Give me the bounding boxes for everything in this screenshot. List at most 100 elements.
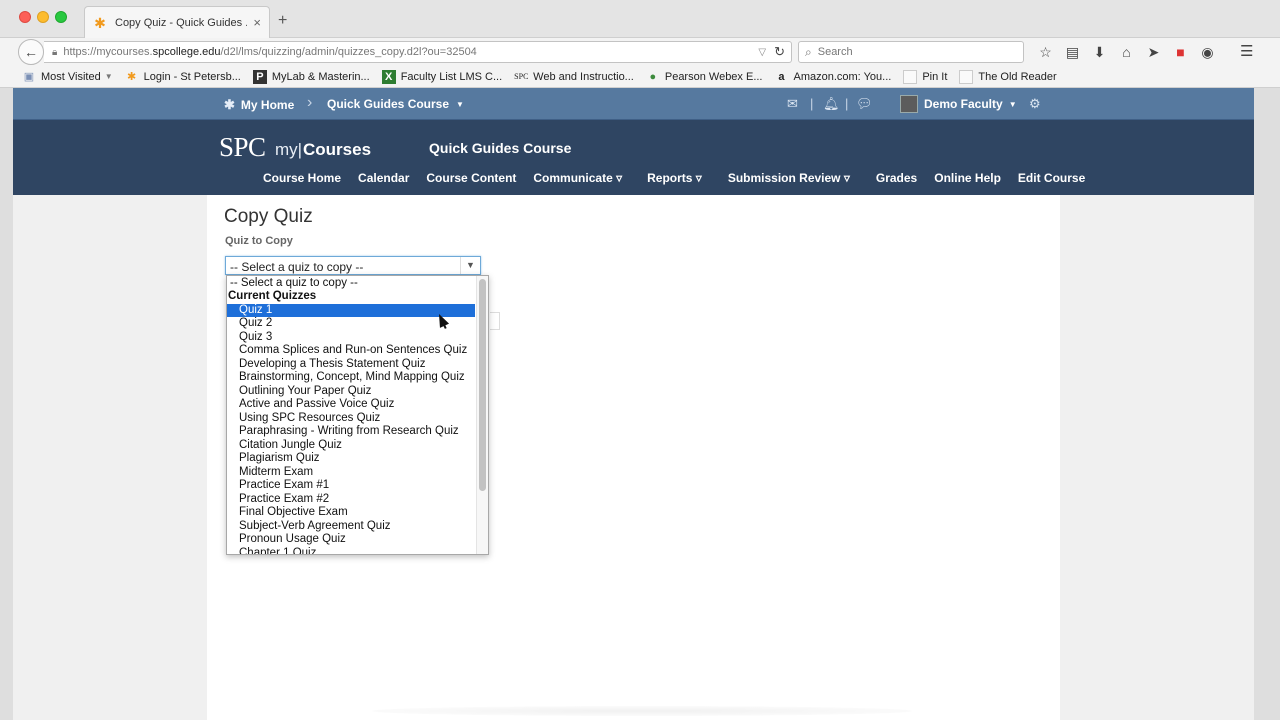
spc-text-icon: SPC xyxy=(514,71,529,81)
logo-my: my| xyxy=(275,140,303,159)
lock-icon: 🔒︎ xyxy=(52,46,58,58)
folder-icon: ▣ xyxy=(23,70,35,83)
amazon-icon: a xyxy=(778,70,785,83)
bookmark-star-icon[interactable]: ☆ xyxy=(1032,42,1059,62)
reload-icon[interactable]: ↻ xyxy=(774,44,785,60)
quiz-select-value: -- Select a quiz to copy -- xyxy=(230,260,364,274)
send-icon[interactable]: ➤ xyxy=(1140,42,1167,62)
nav-online-help[interactable]: Online Help xyxy=(934,171,1001,185)
nav-calendar[interactable]: Calendar xyxy=(358,171,409,185)
sync-icon[interactable]: ◉ xyxy=(1194,42,1221,62)
dropdown-option[interactable]: Using SPC Resources Quiz xyxy=(227,412,488,426)
messages-icon[interactable]: ✉ xyxy=(787,96,798,112)
dropdown-option[interactable]: Midterm Exam xyxy=(227,466,488,480)
notifications-icon[interactable]: 🔔︎ xyxy=(823,96,840,112)
quiz-select-dropdown[interactable]: -- Select a quiz to copy -- Current Quiz… xyxy=(226,275,489,555)
dropdown-option[interactable]: Chapter 1 Quiz xyxy=(227,547,488,555)
back-button[interactable]: ← xyxy=(18,39,44,65)
spc-favicon-icon: ✱ xyxy=(94,14,106,31)
avatar[interactable] xyxy=(900,95,918,113)
divider: | xyxy=(845,96,849,111)
url-bar[interactable]: 🔒︎ https://mycourses.spcollege.edu/d2l/l… xyxy=(44,41,792,63)
home-icon[interactable]: ⌂ xyxy=(1113,42,1140,62)
dropdown-option[interactable]: Citation Jungle Quiz xyxy=(227,439,488,453)
dropdown-placeholder-option[interactable]: -- Select a quiz to copy -- xyxy=(227,277,488,291)
dropdown-option[interactable]: Subject-Verb Agreement Quiz xyxy=(227,520,488,534)
window-maximize-button[interactable] xyxy=(55,11,67,23)
nav-communicate[interactable]: Communicate ▿ xyxy=(533,171,622,185)
bookmark-item[interactable]: a Amazon.com: You... xyxy=(774,70,891,84)
course-nav-links: Course Home Calendar Course Content Comm… xyxy=(263,171,1102,185)
dropdown-option[interactable]: Quiz 3 xyxy=(227,331,488,345)
download-icon[interactable]: ⬇ xyxy=(1086,42,1113,62)
bookmark-item[interactable]: P MyLab & Masterin... xyxy=(252,69,370,84)
search-input[interactable]: ⌕ Search xyxy=(798,41,1024,63)
quiz-to-copy-label: Quiz to Copy xyxy=(225,235,293,247)
settings-icon[interactable]: ⚙ xyxy=(1029,96,1041,112)
dropdown-option[interactable]: Practice Exam #2 xyxy=(227,493,488,507)
page-icon xyxy=(903,69,918,84)
nav-submission-review[interactable]: Submission Review ▿ xyxy=(728,171,850,185)
url-dropdown-icon[interactable]: ▽ xyxy=(758,47,766,58)
tab-title: Copy Quiz - Quick Guides ... xyxy=(115,16,248,29)
search-placeholder: Search xyxy=(817,46,853,58)
page-gutter-right xyxy=(1254,88,1280,720)
browser-toolbar: 🔒︎ https://mycourses.spcollege.edu/d2l/l… xyxy=(0,38,1280,66)
course-selector[interactable]: Quick Guides Course ▼ xyxy=(327,97,464,111)
window-close-button[interactable] xyxy=(19,11,31,23)
browser-titlebar: ✱ Copy Quiz - Quick Guides ... × + xyxy=(0,0,1280,38)
bookmark-item[interactable]: ● Pearson Webex E... xyxy=(646,70,763,84)
divider: | xyxy=(810,96,814,111)
nav-grades[interactable]: Grades xyxy=(876,171,917,185)
tab-close-icon[interactable]: × xyxy=(253,15,261,30)
user-menu[interactable]: Demo Faculty ▼ xyxy=(924,97,1017,111)
globe-icon: ● xyxy=(649,70,657,83)
nav-edit-course[interactable]: Edit Course xyxy=(1018,171,1085,185)
pearson-p-icon: P xyxy=(252,69,267,84)
window-minimize-button[interactable] xyxy=(37,11,49,23)
hamburger-menu-icon[interactable]: ☰ xyxy=(1240,42,1253,60)
bookmark-item[interactable]: SPC Web and Instructio... xyxy=(514,70,634,84)
dropdown-option[interactable]: Pronoun Usage Quiz xyxy=(227,533,488,547)
bookmark-item[interactable]: ✱ Login - St Petersb... xyxy=(125,70,241,84)
dropdown-option[interactable]: Active and Passive Voice Quiz xyxy=(227,398,488,412)
minibar: ✱ My Home › Quick Guides Course ▼ ✉ | 🔔︎ |… xyxy=(13,88,1254,120)
dropdown-option[interactable]: Paraphrasing - Writing from Research Qui… xyxy=(227,425,488,439)
bookmark-item[interactable]: ▣ Most Visited ▼ xyxy=(22,70,113,84)
browser-tab[interactable]: ✱ Copy Quiz - Quick Guides ... × xyxy=(84,6,270,38)
dropdown-scrollbar[interactable] xyxy=(476,276,488,554)
nav-reports[interactable]: Reports ▿ xyxy=(647,171,702,185)
discussions-icon[interactable]: 💬︎ xyxy=(856,96,873,112)
nav-course-content[interactable]: Course Content xyxy=(426,171,516,185)
dropdown-group-label: Current Quizzes xyxy=(228,290,317,302)
dropdown-option[interactable]: Developing a Thesis Statement Quiz xyxy=(227,358,488,372)
dropdown-option[interactable]: Brainstorming, Concept, Mind Mapping Qui… xyxy=(227,371,488,385)
excel-icon: X xyxy=(381,69,396,84)
scrollbar-thumb[interactable] xyxy=(479,279,486,491)
bookmarks-bar: ▣ Most Visited ▼ ✱ Login - St Petersb... PM… xyxy=(0,66,1280,88)
url-text[interactable]: https://mycourses.spcollege.edu/d2l/lms/… xyxy=(63,46,758,58)
dropdown-option[interactable]: Comma Splices and Run-on Sentences Quiz xyxy=(227,344,488,358)
spc-logo[interactable]: SPC xyxy=(219,132,266,163)
dropdown-option[interactable]: Practice Exam #1 xyxy=(227,479,488,493)
bookmark-item[interactable]: Pin It xyxy=(903,69,947,84)
course-navbar: SPC my| Courses Quick Guides Course Cour… xyxy=(13,120,1254,195)
decorative-shadow xyxy=(372,706,912,716)
reading-list-icon[interactable]: ▤ xyxy=(1059,42,1086,62)
chevron-down-icon[interactable]: ▼ xyxy=(460,257,480,274)
extension-icon[interactable]: ■ xyxy=(1167,42,1194,62)
breadcrumb-separator-icon: › xyxy=(307,94,313,111)
bookmark-item[interactable]: The Old Reader xyxy=(959,69,1057,84)
dropdown-option[interactable]: Outlining Your Paper Quiz xyxy=(227,385,488,399)
nav-course-home[interactable]: Course Home xyxy=(263,171,341,185)
dropdown-option[interactable]: Plagiarism Quiz xyxy=(227,452,488,466)
logo-courses: Courses xyxy=(303,140,372,159)
course-title[interactable]: Quick Guides Course xyxy=(429,140,571,156)
bookmark-item[interactable]: X Faculty List LMS C... xyxy=(381,69,502,84)
dropdown-option[interactable]: Final Objective Exam xyxy=(227,506,488,520)
quiz-select[interactable]: -- Select a quiz to copy -- ▼ xyxy=(225,256,481,275)
my-home-link[interactable]: ✱ My Home xyxy=(224,97,294,113)
page-gutter-left xyxy=(0,88,13,720)
new-tab-button[interactable]: + xyxy=(278,12,287,30)
hidden-field-edge xyxy=(490,312,500,330)
